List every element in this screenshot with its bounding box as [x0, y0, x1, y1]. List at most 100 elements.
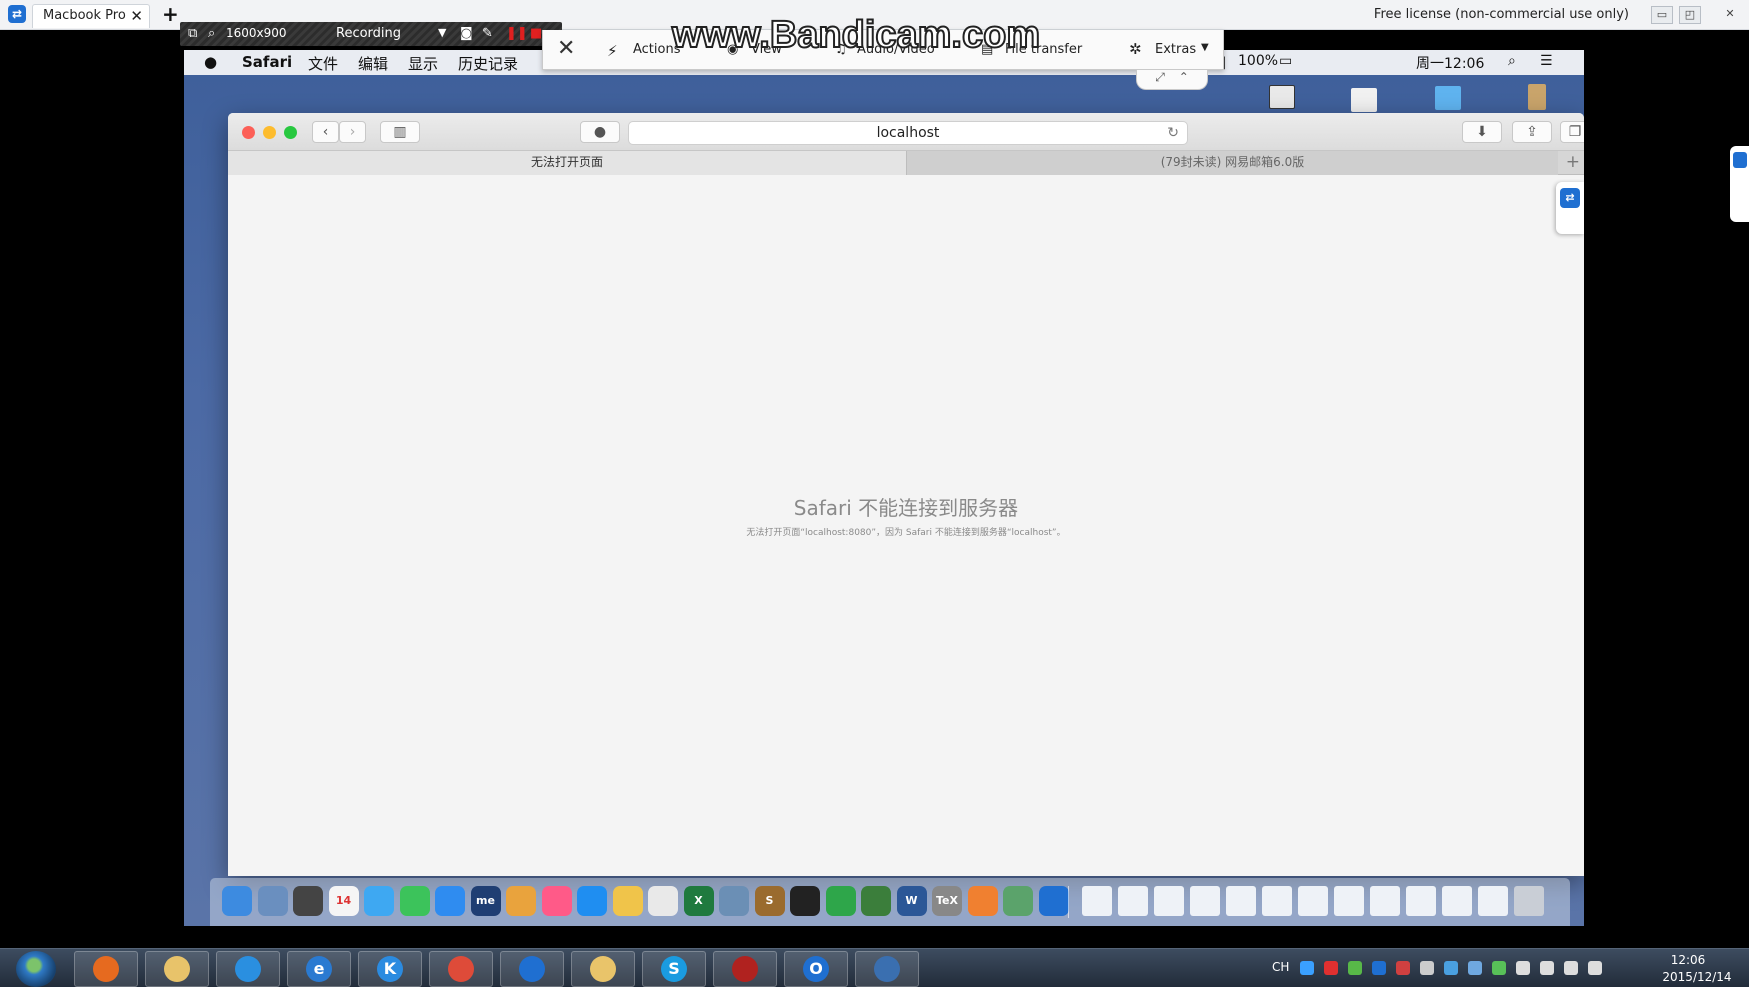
dock-stack-icon[interactable] — [1082, 886, 1112, 916]
dock-stack-icon[interactable] — [1406, 886, 1436, 916]
minimize-button[interactable]: ▭ — [1651, 6, 1673, 24]
taskbar-teamviewer-icon[interactable] — [500, 951, 564, 987]
teamviewer-side-panel-host[interactable] — [1730, 146, 1749, 222]
close-button[interactable]: ✕ — [1719, 6, 1741, 24]
pencil-icon[interactable]: ✎ — [482, 26, 493, 41]
taskbar-kugou-icon[interactable]: K — [358, 951, 422, 987]
safari-icon[interactable] — [435, 886, 465, 916]
teamviewer-side-panel[interactable]: ⇄ — [1556, 182, 1584, 234]
teamviewer-icon[interactable]: ⇄ — [1560, 188, 1580, 208]
menu-history[interactable]: 历史记录 — [458, 53, 518, 74]
terminal-icon[interactable] — [790, 886, 820, 916]
dock-stack-icon[interactable] — [1370, 886, 1400, 916]
tray-icon[interactable] — [1564, 961, 1578, 975]
network-icon[interactable] — [1003, 886, 1033, 916]
tray-icon[interactable] — [1348, 961, 1362, 975]
minimize-window-button[interactable] — [263, 126, 276, 139]
downloads-icon[interactable]: ⬇ — [1462, 121, 1502, 143]
tray-icon[interactable] — [1420, 961, 1434, 975]
dock-stack-icon[interactable] — [1154, 886, 1184, 916]
pdf-icon[interactable] — [967, 886, 998, 916]
itunes-icon[interactable] — [541, 886, 572, 916]
finder-icon[interactable] — [222, 886, 252, 916]
excel-icon[interactable]: X — [683, 886, 714, 916]
window-mode-icon[interactable]: ⧉ — [188, 26, 197, 41]
facetime-icon[interactable] — [399, 886, 430, 916]
forward-button[interactable]: › — [339, 121, 366, 143]
close-window-button[interactable] — [242, 126, 255, 139]
battery-icon[interactable]: ▭ — [1279, 53, 1292, 69]
tab-active[interactable]: 无法打开页面 — [228, 151, 906, 175]
tray-icon[interactable] — [1492, 961, 1506, 975]
address-bar[interactable]: localhost ↻ — [628, 121, 1188, 145]
extras-gear-icon[interactable]: ✲ — [1129, 40, 1142, 58]
taskbar-outlook-icon[interactable]: O — [784, 951, 848, 987]
tray-clock-date[interactable]: 2015/12/14 — [1657, 970, 1737, 984]
new-tab-icon[interactable]: + — [1566, 152, 1580, 172]
image-capture-icon[interactable] — [719, 886, 749, 916]
start-button[interactable] — [16, 951, 56, 987]
taskbar-bandicam-icon[interactable] — [713, 951, 777, 987]
tex-icon[interactable]: TeX — [932, 886, 962, 916]
apple-menu-icon[interactable]: ● — [204, 53, 217, 71]
chevron-down-icon[interactable]: ▼ — [438, 26, 446, 39]
desktop-file-icon[interactable] — [1351, 88, 1377, 112]
pause-icon[interactable]: ❚❚ — [506, 26, 528, 41]
calendar-icon[interactable]: 14 — [328, 886, 359, 916]
dock-stack-icon[interactable] — [1190, 886, 1220, 916]
desktop-folder-icon[interactable] — [1435, 86, 1461, 110]
menu-extras[interactable]: Extras — [1155, 42, 1196, 57]
tray-icon[interactable] — [1588, 961, 1602, 975]
sidebar-toggle-icon[interactable]: ▥ — [380, 121, 420, 143]
close-session-icon[interactable]: ✕ — [557, 36, 575, 61]
tabs-overview-icon[interactable]: ❐ — [1560, 121, 1584, 143]
tray-icon[interactable] — [1468, 961, 1482, 975]
desktop-file-icon[interactable] — [1269, 85, 1295, 109]
desktop-image-icon[interactable] — [1528, 84, 1546, 110]
tray-icon[interactable] — [1516, 961, 1530, 975]
taskbar-skype-icon[interactable]: S — [642, 951, 706, 987]
menu-file[interactable]: 文件 — [308, 53, 338, 74]
dock-stack-icon[interactable] — [1118, 886, 1148, 916]
vim-icon[interactable] — [861, 886, 891, 916]
tray-icon[interactable] — [1540, 961, 1554, 975]
dock-stack-icon[interactable] — [1298, 886, 1328, 916]
menubar-clock[interactable]: 周一12:06 — [1416, 53, 1484, 73]
me-icon[interactable]: me — [470, 886, 501, 916]
word-icon[interactable]: W — [896, 886, 927, 916]
mission-control-icon[interactable] — [293, 886, 323, 916]
notification-center-icon[interactable]: ☰ — [1540, 53, 1553, 69]
sublime-icon[interactable]: S — [754, 886, 785, 916]
share-icon[interactable]: ⇪ — [1512, 121, 1552, 143]
back-button[interactable]: ‹ — [312, 121, 339, 143]
taskbar-ie-icon[interactable]: e — [287, 951, 351, 987]
new-tab-button[interactable]: + — [162, 2, 179, 26]
taskbar-notes-icon[interactable] — [571, 951, 635, 987]
reload-icon[interactable]: ↻ — [1167, 122, 1179, 144]
dock-stack-icon[interactable] — [1334, 886, 1364, 916]
menu-app-name[interactable]: Safari — [242, 53, 292, 71]
evernote-icon[interactable] — [825, 886, 856, 916]
tab-macbook-pro[interactable]: Macbook Pro ✕ — [32, 4, 150, 28]
teamviewer-icon[interactable] — [1038, 886, 1069, 916]
dock-stack-icon[interactable] — [1442, 886, 1472, 916]
tray-icon[interactable] — [1444, 961, 1458, 975]
tray-icon[interactable] — [1372, 961, 1386, 975]
taskbar-explorer-icon[interactable] — [145, 951, 209, 987]
screenshot-icon[interactable]: ◙ — [460, 26, 473, 41]
app-store-icon[interactable] — [577, 886, 607, 916]
trash-icon[interactable] — [1514, 886, 1544, 916]
fullscreen-icon[interactable]: ⤢ — [1155, 70, 1165, 84]
tray-icon[interactable] — [1324, 961, 1338, 975]
dock-stack-icon[interactable] — [1478, 886, 1508, 916]
spotlight-search-icon[interactable]: ⌕ — [1508, 53, 1516, 69]
chrome-icon[interactable] — [648, 886, 678, 916]
battery-percent[interactable]: 100% — [1238, 53, 1278, 69]
photos-icon[interactable] — [506, 886, 536, 916]
stop-icon[interactable]: ■ — [530, 26, 542, 41]
restore-button[interactable]: ◰ — [1679, 6, 1701, 24]
messages-icon[interactable] — [364, 886, 394, 916]
taskbar-qq-icon[interactable] — [216, 951, 280, 987]
taskbar-calculator-icon[interactable] — [855, 951, 919, 987]
taskbar-firefox-icon[interactable] — [74, 951, 138, 987]
